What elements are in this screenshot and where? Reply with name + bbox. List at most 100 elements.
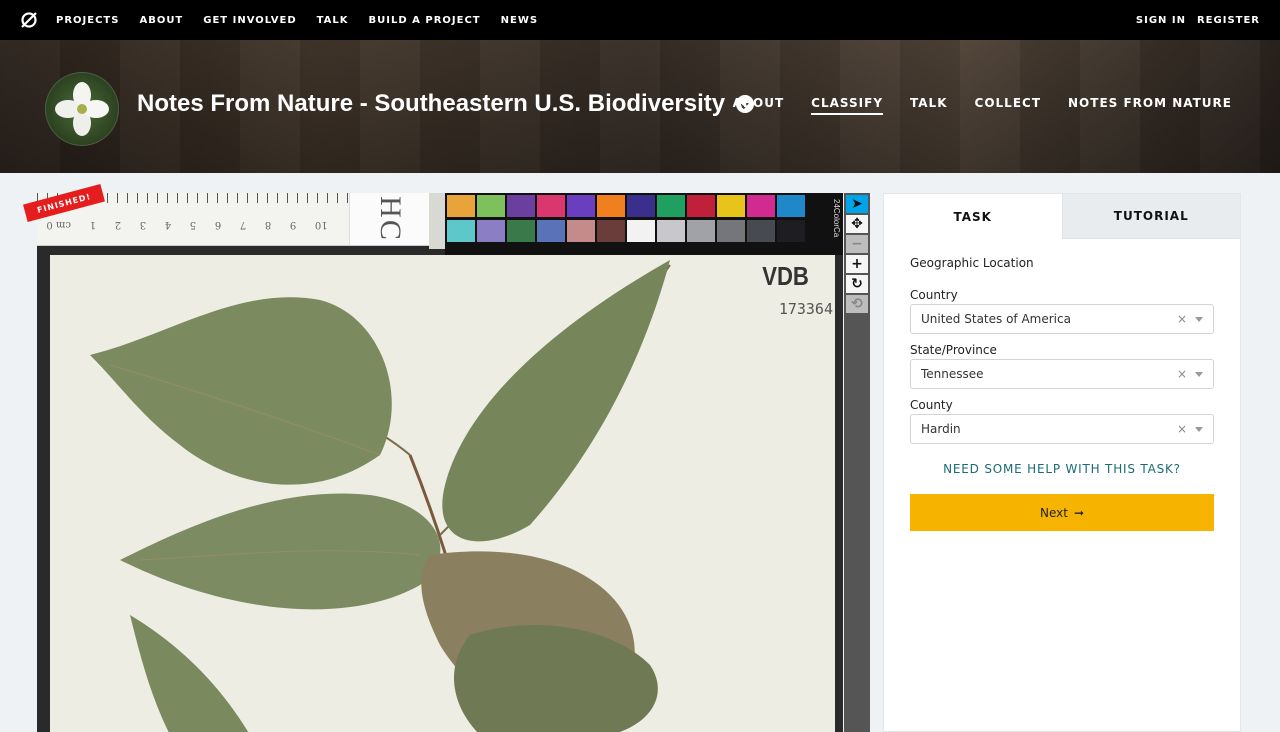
tab-tutorial[interactable]: TUTORIAL — [1061, 194, 1240, 239]
help-link[interactable]: NEED SOME HELP WITH THIS TASK? — [910, 462, 1214, 476]
plant-specimen-image — [90, 260, 671, 732]
clear-icon[interactable]: × — [1177, 422, 1187, 436]
project-avatar[interactable] — [45, 72, 119, 146]
color-swatch — [447, 220, 475, 242]
project-nav-about[interactable]: ABOUT — [733, 96, 785, 115]
country-value: United States of America — [921, 312, 1071, 326]
ruler-number: 8 — [264, 219, 272, 230]
viewer-toolbar: ➤ ✥ − + ↻ ⟲ — [844, 193, 870, 732]
accession-number: 173364 — [778, 300, 833, 318]
subject-viewer[interactable]: 10 9 8 7 6 5 4 3 2 1 cm 0 HC 24ColorCa V… — [37, 193, 843, 732]
ruler-number: 5 — [189, 219, 197, 230]
project-nav-collect[interactable]: COLLECT — [975, 96, 1042, 115]
color-swatch — [507, 195, 535, 217]
project-title: Notes From Nature - Southeastern U.S. Bi… — [137, 90, 755, 118]
color-swatch — [747, 195, 775, 217]
chevron-down-icon[interactable] — [1195, 371, 1203, 377]
color-swatch — [717, 220, 745, 242]
color-swatch — [627, 195, 655, 217]
county-select[interactable]: Hardin × — [910, 414, 1214, 444]
ruler-number: 6 — [214, 219, 222, 230]
specimen-sheet: VDB 173364 — [50, 255, 835, 732]
color-swatch — [477, 220, 505, 242]
arrow-right-icon: ➞ — [1073, 505, 1085, 520]
state-label: State/Province — [910, 343, 997, 357]
herbarium-code: VDB — [762, 261, 809, 291]
chevron-down-icon[interactable] — [1195, 316, 1203, 322]
sign-in-link[interactable]: SIGN IN — [1136, 15, 1186, 26]
project-nav-classify[interactable]: CLASSIFY — [811, 96, 884, 115]
global-nav-links: PROJECTS ABOUT GET INVOLVED TALK BUILD A… — [56, 15, 558, 26]
ruler-number: 3 — [139, 219, 147, 230]
color-swatch — [567, 195, 595, 217]
color-swatch — [507, 220, 535, 242]
ruler-number: cm 0 — [46, 219, 71, 230]
color-swatch — [627, 220, 655, 242]
auth-links: SIGN IN REGISTER — [1125, 0, 1260, 40]
ruler-numbers: 10 9 8 7 6 5 4 3 2 1 cm 0 — [37, 219, 337, 230]
zoom-in-tool-icon[interactable]: + — [846, 255, 868, 273]
color-swatch — [567, 220, 595, 242]
color-swatch — [597, 195, 625, 217]
nav-get-involved[interactable]: GET INVOLVED — [203, 15, 296, 26]
pan-tool-icon[interactable]: ✥ — [846, 215, 868, 233]
clear-icon[interactable]: × — [1177, 312, 1187, 326]
nav-news[interactable]: NEWS — [501, 15, 538, 26]
project-nav: ABOUT CLASSIFY TALK COLLECT NOTES FROM N… — [706, 96, 1232, 115]
project-header: Notes From Nature - Southeastern U.S. Bi… — [0, 40, 1280, 173]
ruler-number: 4 — [164, 219, 172, 230]
color-calibration-card: 24ColorCa — [445, 193, 843, 255]
swatch-row-bottom — [447, 220, 841, 242]
swatch-row-top — [447, 195, 841, 217]
zoom-out-tool-icon[interactable]: − — [846, 235, 868, 253]
state-select[interactable]: Tennessee × — [910, 359, 1214, 389]
colorcard-text: 24ColorCa — [832, 199, 841, 238]
ruler-number: 1 — [89, 219, 97, 230]
ruler-number: 2 — [114, 219, 122, 230]
project-title-text: Notes From Nature - Southeastern U.S. Bi… — [137, 90, 726, 117]
county-label: County — [910, 398, 953, 412]
nav-talk[interactable]: TALK — [317, 15, 349, 26]
ruler-number: 9 — [289, 219, 297, 230]
color-swatch — [537, 220, 565, 242]
task-panel: TASK TUTORIAL Geographic Location Countr… — [883, 193, 1241, 732]
nav-projects[interactable]: PROJECTS — [56, 15, 119, 26]
global-nav: PROJECTS ABOUT GET INVOLVED TALK BUILD A… — [0, 0, 1280, 40]
color-swatch — [717, 195, 745, 217]
project-nav-notes-from-nature[interactable]: NOTES FROM NATURE — [1068, 96, 1232, 115]
color-swatch — [747, 220, 775, 242]
color-swatch — [687, 195, 715, 217]
color-swatch — [447, 195, 475, 217]
state-value: Tennessee — [921, 367, 984, 381]
register-link[interactable]: REGISTER — [1197, 15, 1260, 26]
chevron-down-icon[interactable] — [1195, 426, 1203, 432]
color-swatch — [687, 220, 715, 242]
next-button-label: Next — [1039, 505, 1068, 520]
color-swatch — [777, 220, 805, 242]
herbarium-label: HC — [349, 193, 430, 245]
herbarium-label-text: HC — [374, 196, 407, 242]
color-swatch — [597, 220, 625, 242]
color-swatch — [657, 195, 685, 217]
reset-tool-icon[interactable]: ⟲ — [846, 295, 868, 313]
dogwood-flower-icon — [55, 82, 109, 136]
task-tabs: TASK TUTORIAL — [884, 194, 1240, 239]
color-swatch — [477, 195, 505, 217]
zooniverse-logo-icon[interactable] — [18, 9, 40, 31]
card-gap — [429, 193, 445, 249]
nav-build-a-project[interactable]: BUILD A PROJECT — [369, 15, 481, 26]
next-button[interactable]: Next ➞ — [910, 494, 1214, 531]
project-nav-talk[interactable]: TALK — [910, 96, 948, 115]
color-swatch — [657, 220, 685, 242]
rotate-tool-icon[interactable]: ↻ — [846, 275, 868, 293]
country-select[interactable]: United States of America × — [910, 304, 1214, 334]
nav-about[interactable]: ABOUT — [139, 15, 183, 26]
select-tool-icon[interactable]: ➤ — [846, 195, 868, 213]
clear-icon[interactable]: × — [1177, 367, 1187, 381]
tab-task[interactable]: TASK — [884, 194, 1062, 239]
county-value: Hardin — [921, 422, 961, 436]
color-swatch — [537, 195, 565, 217]
task-question: Geographic Location — [910, 256, 1034, 270]
ruler-number: 10 — [314, 219, 328, 230]
color-swatch — [777, 195, 805, 217]
